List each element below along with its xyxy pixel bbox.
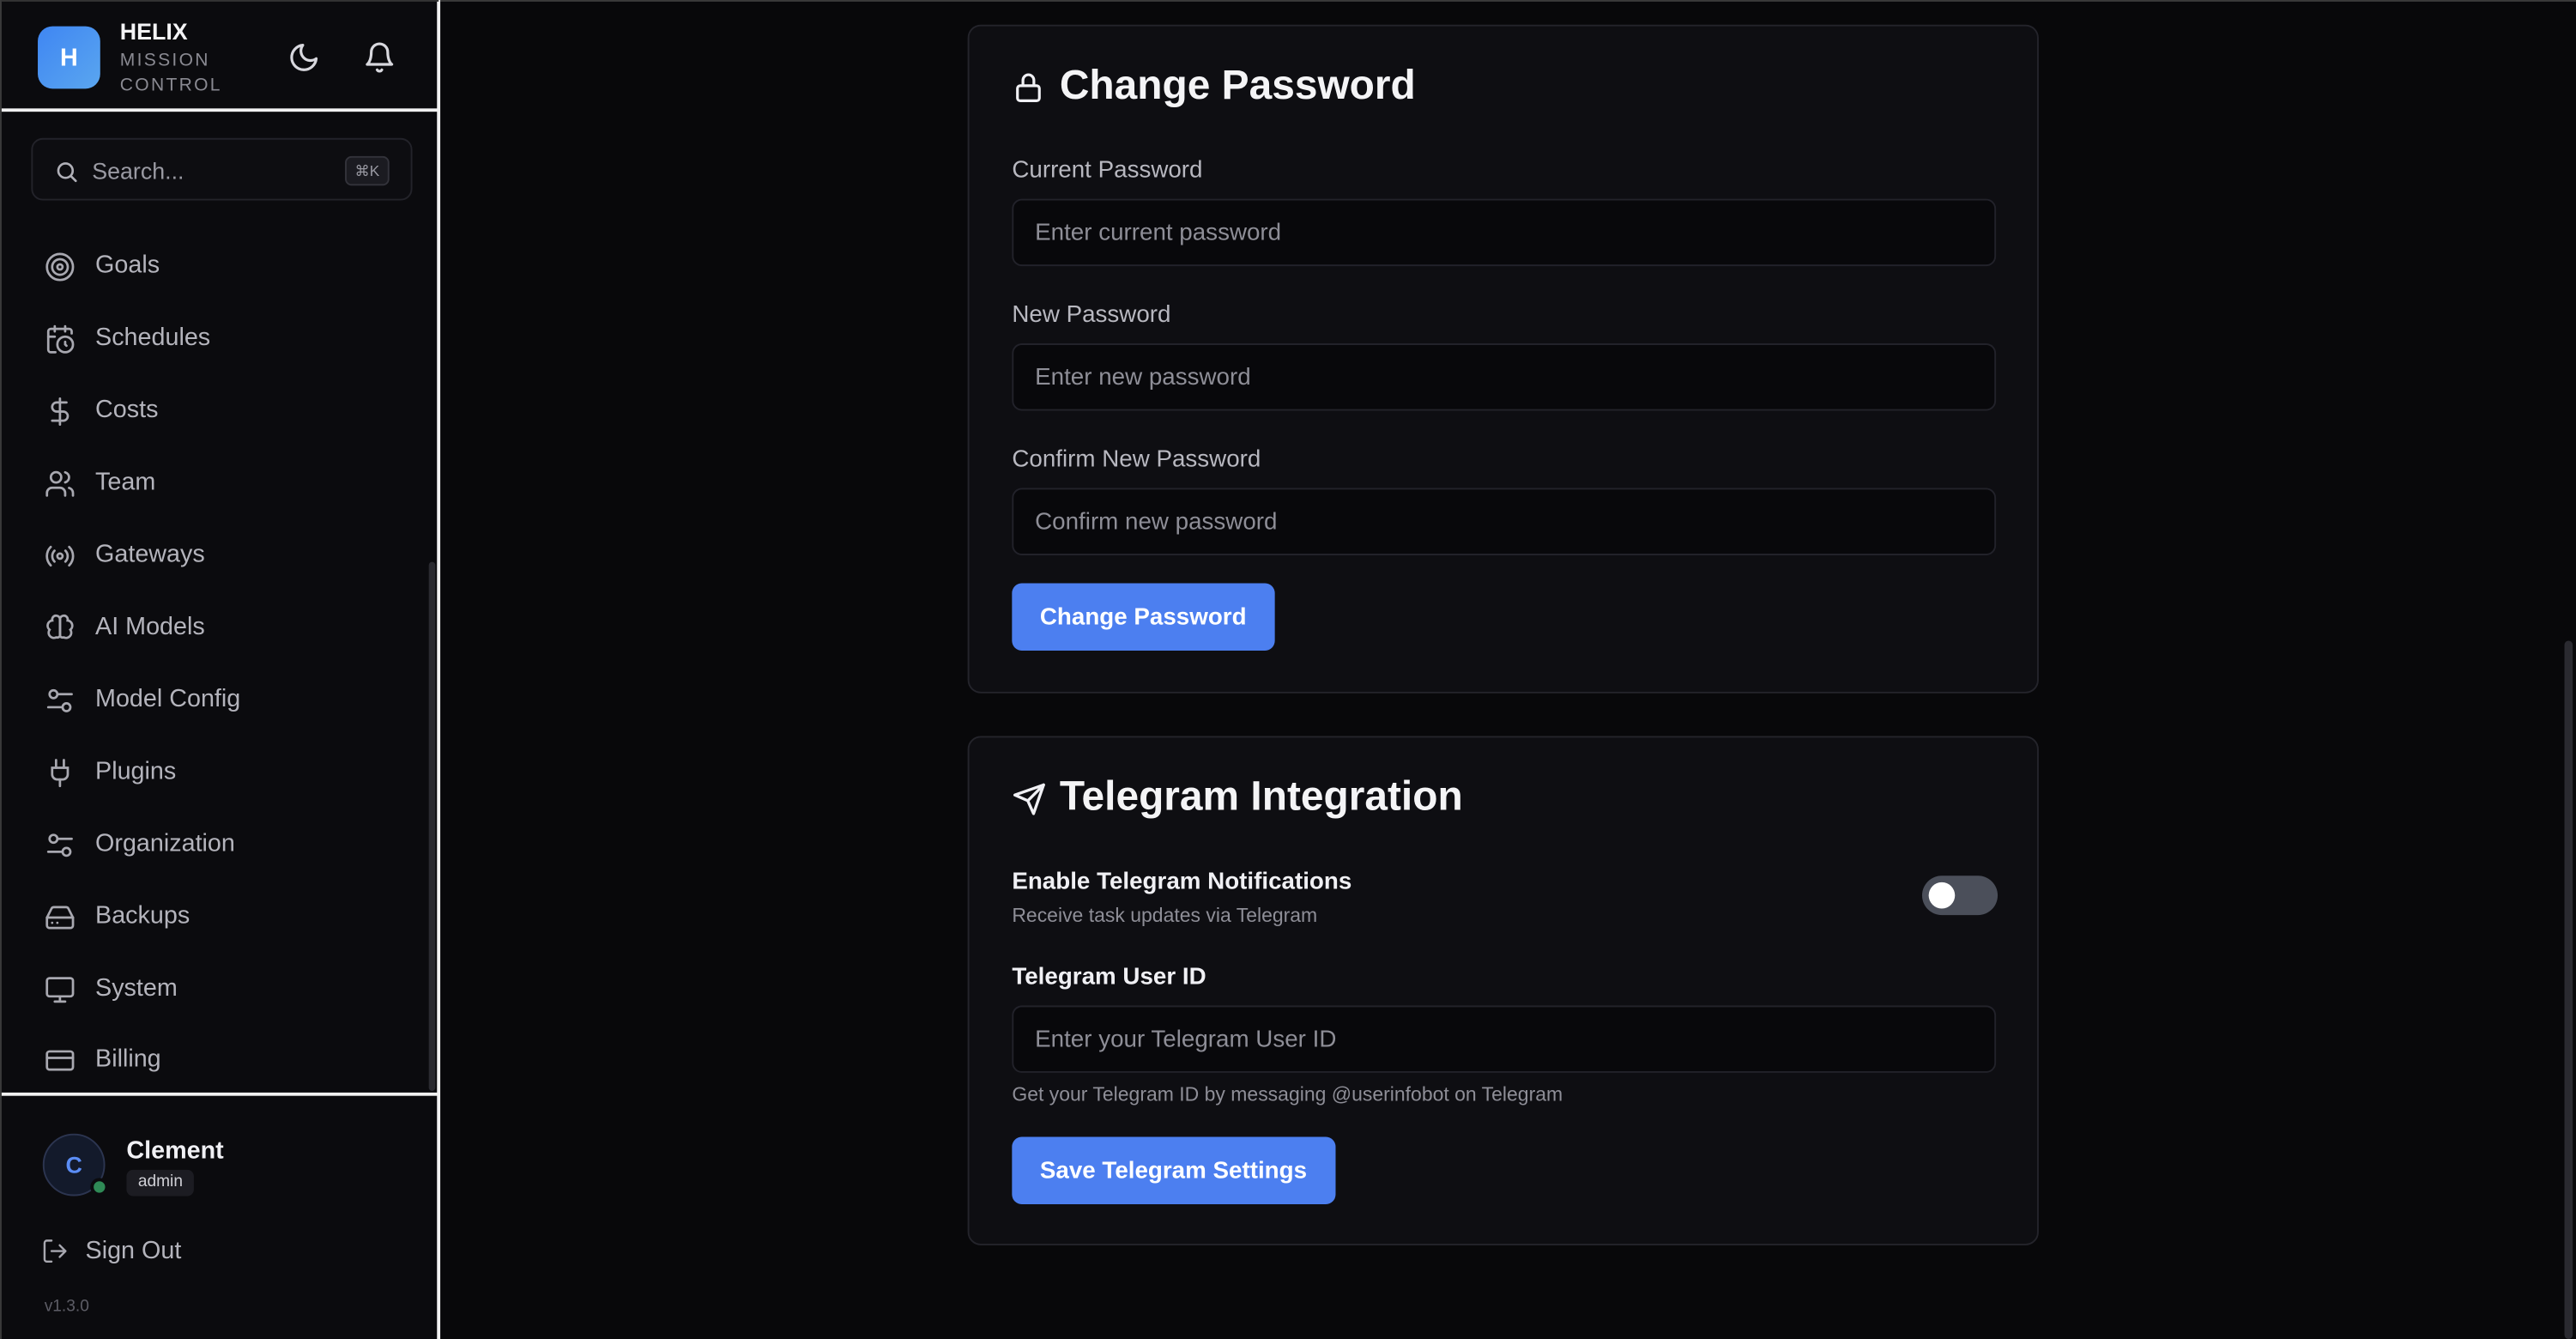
sidebar-scrollbar[interactable] xyxy=(428,561,436,1091)
telegram-id-hint: Get your Telegram ID by messaging @useri… xyxy=(1012,1082,1563,1106)
confirm-password-label: Confirm New Password xyxy=(1012,446,1261,474)
sidebar-item-label: Model Config xyxy=(95,685,241,713)
sidebar-item-schedules[interactable]: Schedules xyxy=(41,314,402,363)
sidebar-item-label: Billing xyxy=(95,1045,161,1073)
current-password-field[interactable] xyxy=(1012,198,1997,267)
sign-out-label: Sign Out xyxy=(85,1237,182,1265)
sidebar-item-label: Goals xyxy=(95,251,160,280)
save-telegram-settings-button[interactable]: Save Telegram Settings xyxy=(1012,1136,1335,1205)
card-title: Telegram Integration xyxy=(1059,773,1463,821)
sidebar-item-label: Organization xyxy=(95,829,235,858)
sidebar-item-label: Costs xyxy=(95,396,159,424)
search-input[interactable]: Search... xyxy=(92,158,184,185)
change-password-card: Change Password Current Password New Pas… xyxy=(967,24,2039,694)
enable-notifications-description: Receive task updates via Telegram xyxy=(1012,903,1318,927)
sidebar-item-ai-models[interactable]: AI Models xyxy=(41,603,402,651)
page-scrollbar[interactable] xyxy=(2564,640,2573,1339)
sidebar-item-costs[interactable]: Costs xyxy=(41,386,402,435)
online-status-dot xyxy=(90,1178,109,1197)
telegram-integration-card: Telegram Integration Enable Telegram Not… xyxy=(967,736,2039,1245)
current-password-label: Current Password xyxy=(1012,157,1203,185)
brand-header: H HELIX MISSION CONTROL xyxy=(1,0,439,112)
enable-notifications-label: Enable Telegram Notifications xyxy=(1012,869,1352,896)
search-box[interactable]: Search... ⌘K xyxy=(31,137,413,201)
sidebar-item-label: Gateways xyxy=(95,540,205,569)
sidebar-item-label: Team xyxy=(95,468,156,497)
radio-icon xyxy=(45,545,75,567)
dollar-icon xyxy=(51,397,70,426)
sidebar-item-plugins[interactable]: Plugins xyxy=(41,748,402,797)
send-icon xyxy=(1013,783,1045,815)
calendar-clock-icon xyxy=(46,324,75,354)
toggle-knob xyxy=(1928,882,1956,909)
brand-subtitle: MISSION CONTROL xyxy=(119,51,222,96)
sliders-icon xyxy=(46,833,73,857)
role-badge: admin xyxy=(126,1169,195,1197)
plug-icon xyxy=(51,759,70,788)
telegram-user-id-field[interactable] xyxy=(1012,1005,1997,1073)
target-icon xyxy=(45,252,75,282)
moon-icon[interactable] xyxy=(287,41,320,74)
bell-icon[interactable] xyxy=(363,41,396,74)
sidebar: H HELIX MISSION CONTROL Search... ⌘K Goa… xyxy=(0,0,441,1339)
new-password-field[interactable] xyxy=(1012,343,1997,411)
telegram-user-id-label: Telegram User ID xyxy=(1012,964,1206,991)
card-title: Change Password xyxy=(1059,62,1416,109)
hard-drive-icon xyxy=(45,906,75,930)
log-out-icon xyxy=(43,1239,67,1263)
brain-icon xyxy=(46,614,74,639)
lock-icon xyxy=(1016,73,1041,102)
sidebar-item-label: System xyxy=(95,974,178,1003)
search-icon xyxy=(57,162,77,183)
sidebar-item-model-config[interactable]: Model Config xyxy=(41,676,402,724)
confirm-password-field[interactable] xyxy=(1012,488,1997,555)
brand-logo[interactable]: H xyxy=(38,26,100,89)
users-icon xyxy=(45,470,75,497)
sidebar-item-billing[interactable]: Billing xyxy=(41,1035,402,1084)
telegram-notifications-toggle[interactable] xyxy=(1921,876,1999,916)
sidebar-item-label: Schedules xyxy=(95,324,211,352)
sidebar-item-label: AI Models xyxy=(95,612,205,641)
divider xyxy=(1,1092,439,1096)
top-border xyxy=(440,0,2576,2)
brand-name: HELIX xyxy=(119,18,188,45)
sidebar-item-organization[interactable]: Organization xyxy=(41,820,402,869)
change-password-button[interactable]: Change Password xyxy=(1012,583,1275,651)
sliders-icon xyxy=(46,688,73,712)
search-shortcut: ⌘K xyxy=(345,155,390,186)
credit-card-icon xyxy=(45,1050,75,1071)
sidebar-item-label: Backups xyxy=(95,901,190,930)
monitor-icon xyxy=(45,977,75,1003)
user-name: Clement xyxy=(126,1136,224,1166)
app-version: v1.3.0 xyxy=(44,1298,89,1317)
sidebar-item-goals[interactable]: Goals xyxy=(41,241,402,290)
sidebar-item-team[interactable]: Team xyxy=(41,458,402,507)
sidebar-item-backups[interactable]: Backups xyxy=(41,892,402,941)
sidebar-item-system[interactable]: System xyxy=(41,965,402,1014)
sidebar-item-gateways[interactable]: Gateways xyxy=(41,530,402,579)
sidebar-item-label: Plugins xyxy=(95,757,177,785)
new-password-label: New Password xyxy=(1012,302,1171,329)
sign-out-button[interactable]: Sign Out xyxy=(41,1233,239,1269)
